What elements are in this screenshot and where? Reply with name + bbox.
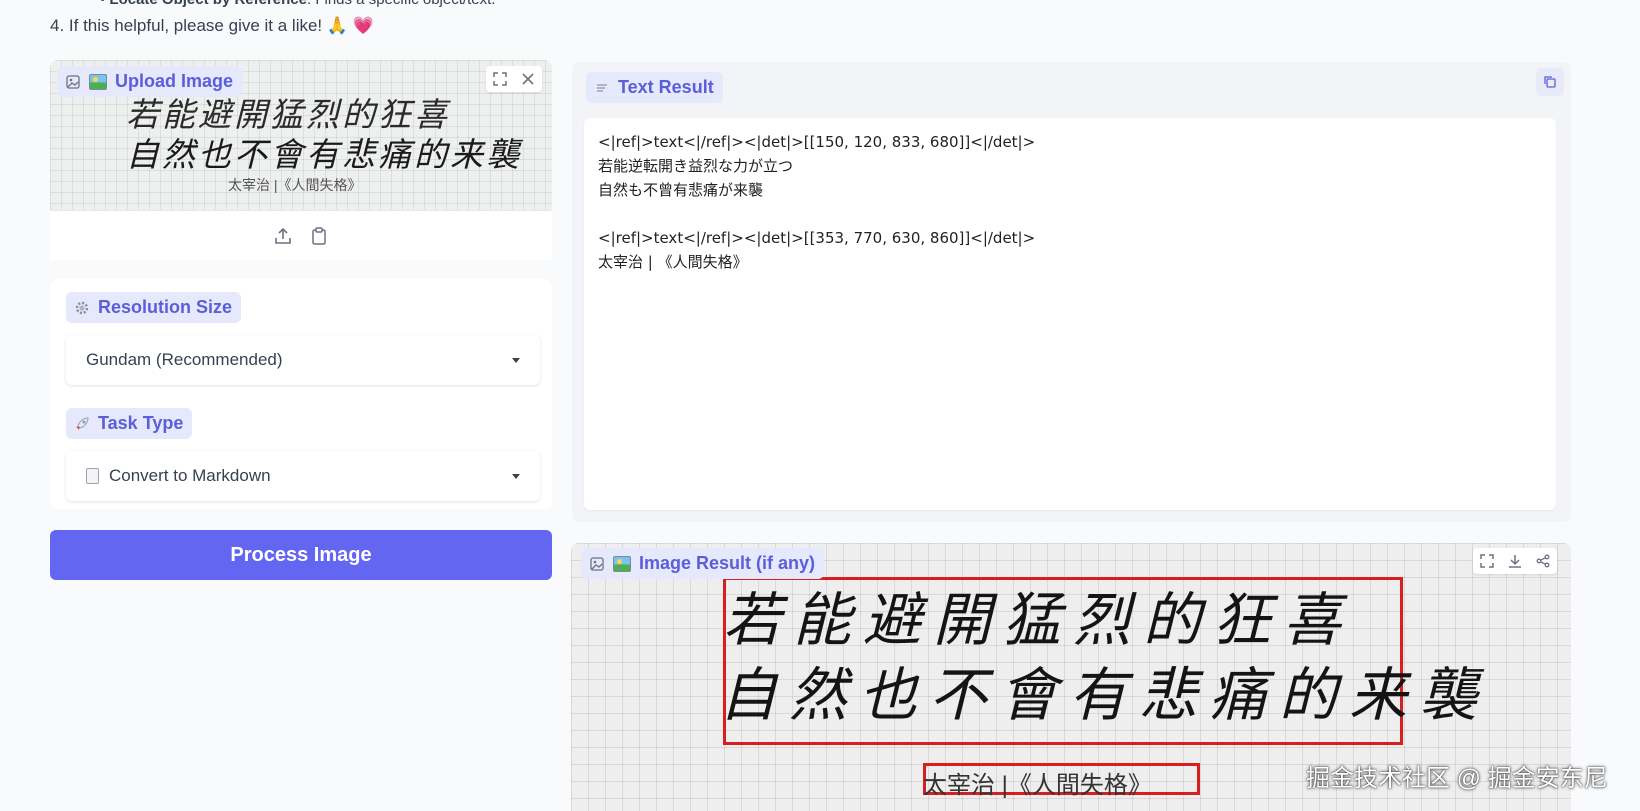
preview-signature: 太宰治 |《人間失格》 [228, 177, 362, 193]
resolution-size-select[interactable]: Gundam (Recommended) [66, 335, 540, 385]
image-result-label: Image Result (if any) [581, 548, 825, 579]
process-image-button[interactable]: Process Image [50, 530, 552, 580]
document-icon [86, 468, 99, 484]
result-line [598, 202, 1542, 226]
upload-corner-buttons [486, 66, 542, 92]
instruction-line-cut: • Locate Object by Reference: Finds a sp… [100, 0, 495, 8]
resolution-label-text: Resolution Size [98, 297, 233, 317]
image-icon [589, 556, 605, 572]
task-type-select[interactable]: Convert to Markdown [66, 451, 540, 501]
like-instruction: 4. If this helpful, please give it a lik… [50, 16, 374, 36]
text-result-output[interactable]: <|ref|>text<|/ref|><|det|>[[150, 120, 83… [584, 118, 1556, 510]
rocket-icon [74, 416, 90, 432]
result-line: <|ref|>text<|/ref|><|det|>[[150, 120, 83… [598, 133, 1036, 151]
result-image-line-2: 自然也不會有悲痛的来襲 [719, 661, 1490, 729]
upload-label-text: Upload Image [115, 71, 234, 91]
image-result-buttons [1473, 548, 1557, 574]
task-selected-value: Convert to Markdown [109, 466, 271, 485]
task-label-text: Task Type [98, 413, 184, 433]
result-line: 太宰治 | 《人間失格》 [598, 253, 748, 271]
resolution-selected-value: Gundam (Recommended) [86, 350, 283, 369]
pray-emoji: 🙏 [326, 16, 349, 35]
heart-emoji: 💗 [352, 16, 374, 35]
site-watermark: 掘金技术社区 @ 掘金安东尼 [1306, 765, 1608, 792]
text-result-label-text: Text Result [618, 77, 714, 97]
chevron-down-icon [512, 358, 520, 363]
upload-image-label: Upload Image [57, 66, 243, 97]
task-type-label: Task Type [66, 408, 193, 439]
picture-emoji-icon [613, 555, 631, 572]
copy-icon[interactable] [1536, 68, 1564, 96]
result-image-signature: 太宰治 |《人間失格》 [923, 772, 1152, 799]
preview-line-2: 自然也不會有悲痛的来襲 [126, 135, 522, 174]
gear-icon [74, 300, 90, 316]
result-line: <|ref|>text<|/ref|><|det|>[[353, 770, 63… [598, 229, 1036, 247]
result-line: 自然も不曾有悲痛が来襲 [598, 181, 764, 199]
share-icon[interactable] [1529, 548, 1557, 574]
upload-footer [50, 210, 552, 260]
like-text: 4. If this helpful, please give it a lik… [50, 16, 323, 35]
result-line: 若能逆転開き益烈な力が立つ [598, 157, 794, 175]
resolution-size-label: Resolution Size [66, 292, 242, 323]
download-icon[interactable] [1501, 548, 1529, 574]
result-image-line-1: 若能避開猛烈的狂喜 [723, 586, 1354, 654]
image-result-label-text: Image Result (if any) [639, 553, 816, 573]
picture-emoji-icon [89, 73, 107, 90]
instruction-bold: Locate Object by Reference [109, 0, 307, 8]
fullscreen-icon[interactable] [1473, 548, 1501, 574]
text-result-label: Text Result [586, 72, 723, 103]
text-lines-icon [594, 80, 610, 96]
chevron-down-icon [512, 474, 520, 479]
image-icon [65, 74, 81, 90]
fullscreen-icon[interactable] [486, 66, 514, 92]
upload-icon[interactable] [272, 225, 294, 247]
instruction-rest: : Finds a specific object/text. [307, 0, 495, 8]
close-icon[interactable] [514, 66, 542, 92]
clipboard-icon[interactable] [308, 225, 330, 247]
